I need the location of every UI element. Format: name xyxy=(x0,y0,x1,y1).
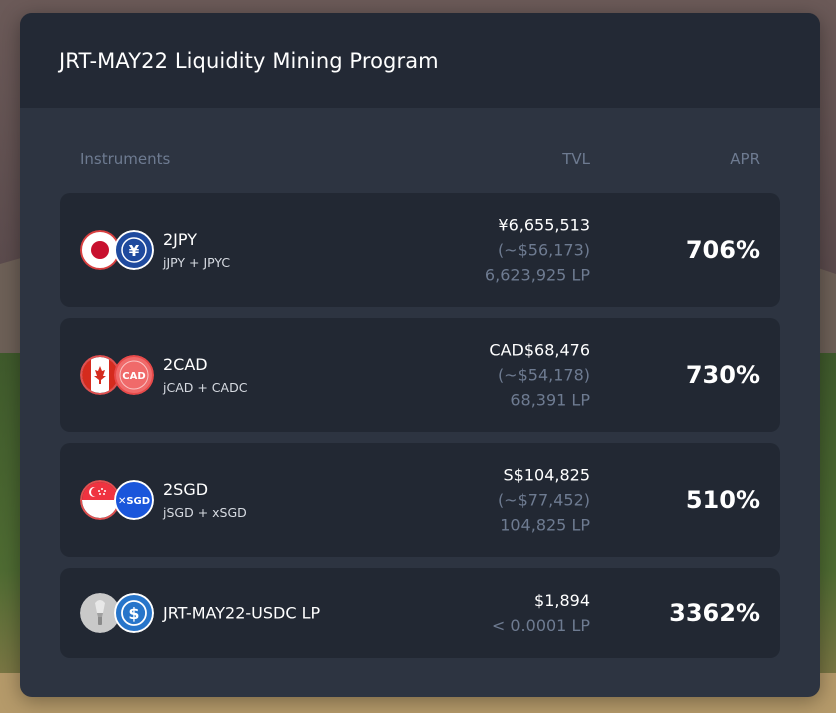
table-row-2jpy[interactable]: ¥ 2JPY jJPY + JPYC ¥6,655,513 (~$56,173)… xyxy=(60,193,780,307)
pair-icons: ¥ xyxy=(80,230,154,270)
table-row-jrt-usdc-lp[interactable]: $ JRT-MAY22-USDC LP $1,894 < 0.0001 LP 3… xyxy=(60,568,780,658)
apr-value: 730% xyxy=(685,361,760,389)
instrument-name: JRT-MAY22-USDC LP xyxy=(163,603,321,623)
usdc-icon: $ xyxy=(114,593,154,633)
column-header-apr: APR xyxy=(730,150,760,168)
table-header: Instruments TVL APR xyxy=(20,150,820,170)
tvl-block: CAD$68,476 (~$54,178) 68,391 LP xyxy=(489,338,590,413)
instrument-name: 2JPY xyxy=(163,230,197,249)
table-row-2cad[interactable]: CAD 2CAD jCAD + CADC CAD$68,476 (~$54,17… xyxy=(60,318,780,432)
pair-icons: ✕SGD xyxy=(80,480,154,520)
apr-value: 3362% xyxy=(669,599,760,627)
svg-text:✕SGD: ✕SGD xyxy=(118,496,150,507)
tvl-native: CAD$68,476 xyxy=(489,340,590,360)
cadc-icon: CAD xyxy=(114,355,154,395)
column-header-instruments: Instruments xyxy=(80,150,171,168)
svg-text:¥: ¥ xyxy=(129,242,140,260)
tvl-usd: (~$77,452) xyxy=(497,490,590,510)
tvl-lp: 104,825 LP xyxy=(500,515,590,535)
instrument-name-block: 2CAD jCAD + CADC xyxy=(163,355,247,395)
liquidity-mining-card: JRT-MAY22 Liquidity Mining Program Instr… xyxy=(20,13,820,697)
instrument-name: 2CAD xyxy=(163,355,208,374)
tvl-native: S$104,825 xyxy=(503,465,591,485)
pair-icons: CAD xyxy=(80,355,154,395)
tvl-lp: < 0.0001 LP xyxy=(491,616,590,635)
svg-text:$: $ xyxy=(128,604,139,623)
pair-icons: $ xyxy=(80,593,154,633)
instrument-name-block: 2JPY jJPY + JPYC xyxy=(163,230,230,270)
svg-text:CAD: CAD xyxy=(122,371,145,382)
apr-value: 510% xyxy=(685,486,760,514)
table-row-2sgd[interactable]: ✕SGD 2SGD jSGD + xSGD S$104,825 (~$77,45… xyxy=(60,443,780,557)
instrument-name-block: 2SGD jSGD + xSGD xyxy=(163,480,247,520)
column-header-tvl: TVL xyxy=(562,150,590,168)
tvl-usd: (~$54,178) xyxy=(497,365,590,385)
tvl-native: $1,894 xyxy=(534,591,590,610)
tvl-lp: 68,391 LP xyxy=(510,390,590,410)
tvl-block: ¥6,655,513 (~$56,173) 6,623,925 LP xyxy=(485,213,590,288)
tvl-native: ¥6,655,513 xyxy=(498,215,590,235)
card-header: JRT-MAY22 Liquidity Mining Program xyxy=(20,13,820,108)
instrument-name-block: JRT-MAY22-USDC LP xyxy=(163,604,320,623)
page-title: JRT-MAY22 Liquidity Mining Program xyxy=(59,48,439,73)
xsgd-icon: ✕SGD xyxy=(114,480,154,520)
apr-value: 706% xyxy=(685,236,760,264)
tvl-block: S$104,825 (~$77,452) 104,825 LP xyxy=(498,463,590,538)
instrument-pair: jSGD + xSGD xyxy=(163,505,247,520)
instrument-pair: jCAD + CADC xyxy=(163,380,248,395)
instrument-name: 2SGD xyxy=(163,480,209,499)
tvl-block: $1,894 < 0.0001 LP xyxy=(492,588,590,638)
tvl-usd: (~$56,173) xyxy=(497,240,590,260)
instrument-pair: jJPY + JPYC xyxy=(163,255,231,270)
tvl-lp: 6,623,925 LP xyxy=(484,265,590,285)
jpyc-yen-icon: ¥ xyxy=(114,230,154,270)
